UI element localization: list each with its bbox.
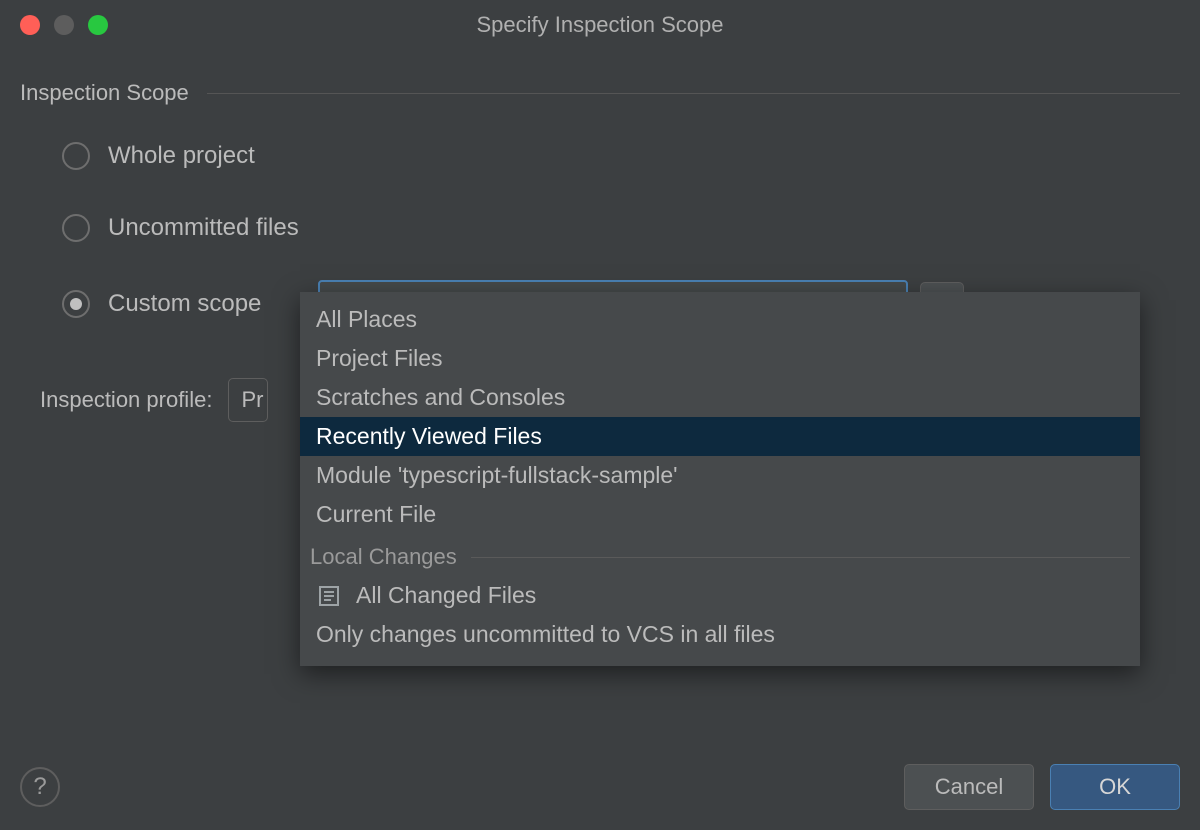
ok-button[interactable]: OK — [1050, 764, 1180, 810]
radio-label-uncommitted-files: Uncommitted files — [108, 214, 299, 242]
radio-icon — [62, 214, 90, 242]
titlebar: Specify Inspection Scope — [0, 0, 1200, 50]
cancel-button[interactable]: Cancel — [904, 764, 1034, 810]
cancel-button-label: Cancel — [935, 774, 1003, 800]
minimize-window-button[interactable] — [54, 15, 74, 35]
dropdown-item-label: Only changes uncommitted to VCS in all f… — [316, 621, 775, 648]
custom-scope-dropdown: All Places Project Files Scratches and C… — [300, 292, 1140, 666]
window-controls — [20, 15, 108, 35]
dropdown-item-all-places[interactable]: All Places — [300, 300, 1140, 339]
dropdown-item-current-file[interactable]: Current File — [300, 495, 1140, 534]
inspection-profile-label: Inspection profile: — [40, 387, 212, 413]
dropdown-item-label: Project Files — [316, 345, 443, 372]
changelist-icon — [316, 583, 342, 609]
radio-label-whole-project: Whole project — [108, 142, 255, 170]
dropdown-item-module[interactable]: Module 'typescript-fullstack-sample' — [300, 456, 1140, 495]
dropdown-item-scratches-consoles[interactable]: Scratches and Consoles — [300, 378, 1140, 417]
inspection-profile-combobox[interactable]: Pr — [228, 378, 268, 422]
ok-button-label: OK — [1099, 774, 1131, 800]
dropdown-section-header: Local Changes — [300, 534, 1140, 576]
radio-row-whole-project[interactable]: Whole project — [62, 136, 1180, 176]
radio-icon-selected[interactable] — [62, 290, 90, 318]
inspection-scope-group-header: Inspection Scope — [20, 80, 1180, 106]
close-window-button[interactable] — [20, 15, 40, 35]
radio-row-uncommitted-files[interactable]: Uncommitted files — [62, 208, 1180, 248]
help-button[interactable]: ? — [20, 767, 60, 807]
radio-label-custom-scope[interactable]: Custom scope — [108, 290, 318, 318]
radio-icon — [62, 142, 90, 170]
dropdown-item-label: Scratches and Consoles — [316, 384, 565, 411]
dropdown-item-all-changed-files[interactable]: All Changed Files — [300, 576, 1140, 615]
dropdown-item-label: Current File — [316, 501, 436, 528]
dropdown-item-label: Recently Viewed Files — [316, 423, 542, 450]
dropdown-item-label: All Changed Files — [356, 582, 536, 609]
dropdown-item-label: All Places — [316, 306, 417, 333]
zoom-window-button[interactable] — [88, 15, 108, 35]
inspection-profile-value: Pr — [241, 387, 263, 413]
dropdown-item-project-files[interactable]: Project Files — [300, 339, 1140, 378]
dropdown-section-label: Local Changes — [310, 544, 457, 570]
separator-line — [471, 557, 1130, 558]
dialog-footer: ? Cancel OK — [20, 764, 1180, 810]
footer-buttons: Cancel OK — [904, 764, 1180, 810]
inspection-scope-group-title: Inspection Scope — [20, 80, 189, 106]
dropdown-item-label: Module 'typescript-fullstack-sample' — [316, 462, 678, 489]
dropdown-item-uncommitted-vcs[interactable]: Only changes uncommitted to VCS in all f… — [300, 615, 1140, 654]
dropdown-item-recently-viewed-files[interactable]: Recently Viewed Files — [300, 417, 1140, 456]
separator-line — [207, 93, 1180, 94]
help-icon: ? — [33, 773, 46, 801]
dialog-title: Specify Inspection Scope — [0, 12, 1200, 38]
